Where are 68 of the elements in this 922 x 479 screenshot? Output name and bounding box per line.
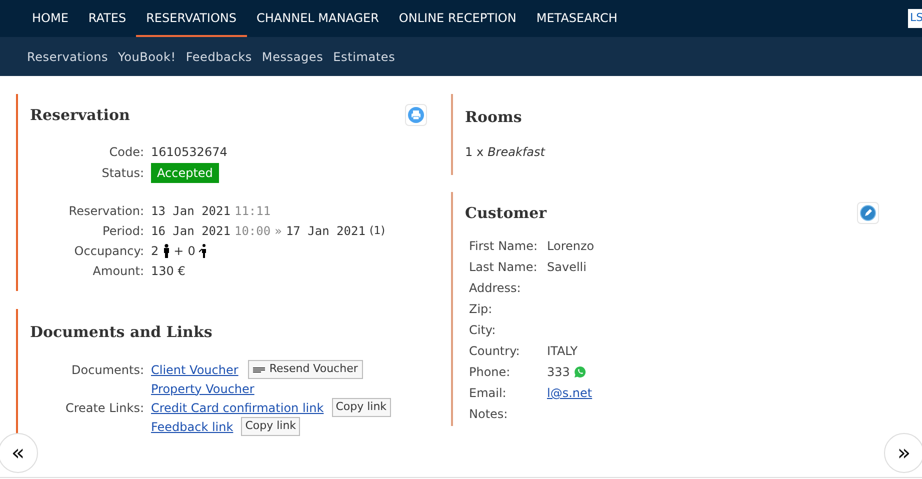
section-title: Customer	[465, 202, 547, 224]
copy-link-button[interactable]: Copy link	[332, 398, 391, 417]
plus-sign: +	[174, 243, 184, 260]
field-label: Address:	[469, 280, 522, 297]
section-title: Reservation	[30, 105, 130, 126]
nav-tab[interactable]: METASEARCH	[526, 0, 628, 37]
email-link[interactable]: l@s.net	[547, 384, 592, 402]
period-separator: »	[274, 223, 282, 240]
field-label: Create Links:	[64, 400, 144, 416]
field-label: Occupancy:	[73, 243, 144, 260]
printer-icon	[408, 107, 424, 124]
property-voucher-link[interactable]: Property Voucher	[151, 380, 254, 398]
field-value: ITALY	[547, 343, 578, 360]
section-title: Documents and Links	[30, 322, 214, 342]
room-name: Breakfast	[488, 144, 545, 160]
field-label: First Name:	[469, 238, 539, 255]
field-label: Amount:	[92, 263, 144, 280]
next-button[interactable]: »	[884, 433, 922, 473]
period-time: 10:00	[234, 223, 271, 240]
client-voucher-link[interactable]: Client Voucher	[151, 360, 238, 378]
reservation-date: 13 Jan 2021	[151, 203, 230, 220]
field-label: Reservation:	[68, 203, 144, 220]
field-label: Email:	[469, 385, 508, 402]
section-title: Rooms	[465, 107, 523, 128]
field-label: Phone:	[469, 364, 512, 381]
field-value: 333	[547, 364, 570, 381]
field-label: Notes:	[469, 406, 509, 423]
nav-tab[interactable]: HOME	[22, 0, 78, 37]
lines-icon	[253, 366, 266, 372]
previous-button[interactable]: «	[0, 433, 38, 473]
sub-nav-link[interactable]: Messages	[262, 48, 324, 66]
nav-tab[interactable]: ONLINE RECEPTION	[388, 0, 526, 37]
sub-nav-link[interactable]: Estimates	[333, 48, 396, 66]
status-badge: Accepted	[151, 162, 219, 182]
nav-tab[interactable]: RATES	[78, 0, 136, 37]
field-value: Lorenzo	[547, 238, 594, 255]
create-link[interactable]: Credit Card confirmation link	[151, 398, 324, 416]
children-count: 0	[188, 243, 196, 260]
adults-count: 2	[151, 243, 159, 260]
copy-link-button[interactable]: Copy link	[241, 417, 300, 436]
pencil-icon	[860, 204, 876, 221]
edit-button[interactable]	[857, 202, 879, 224]
field-label: Last Name:	[469, 259, 538, 276]
print-button[interactable]	[405, 104, 427, 126]
field-label: City:	[469, 322, 497, 339]
code-value: 1610532674	[151, 144, 228, 161]
period-start: 16 Jan 2021	[151, 223, 230, 240]
nights-count: (1)	[369, 222, 386, 239]
field-label: Status:	[100, 164, 144, 182]
field-label: Country:	[469, 343, 521, 360]
room-count: 1 x	[465, 144, 484, 160]
create-link[interactable]: Feedback link	[151, 418, 234, 436]
reservation-time: 11:11	[234, 203, 271, 220]
adult-icon	[162, 244, 170, 258]
field-label: Zip:	[469, 301, 494, 318]
sub-nav-link[interactable]: Reservations	[27, 48, 108, 66]
period-end: 17 Jan 2021	[286, 223, 366, 240]
field-label: Period:	[102, 223, 144, 240]
sub-nav-link[interactable]: Feedbacks	[186, 48, 252, 66]
resend-voucher-button[interactable]: Resend Voucher	[248, 360, 363, 379]
sub-nav-link[interactable]: YouBook!	[118, 48, 176, 66]
nav-tab[interactable]: CHANNEL MANAGER	[246, 0, 389, 37]
amount-value: 130 €	[151, 263, 186, 280]
field-value: Savelli	[547, 259, 586, 276]
field-label: Code:	[108, 144, 144, 161]
chat-icon[interactable]	[574, 366, 586, 378]
field-label: Documents:	[70, 362, 144, 378]
child-icon	[199, 244, 208, 258]
